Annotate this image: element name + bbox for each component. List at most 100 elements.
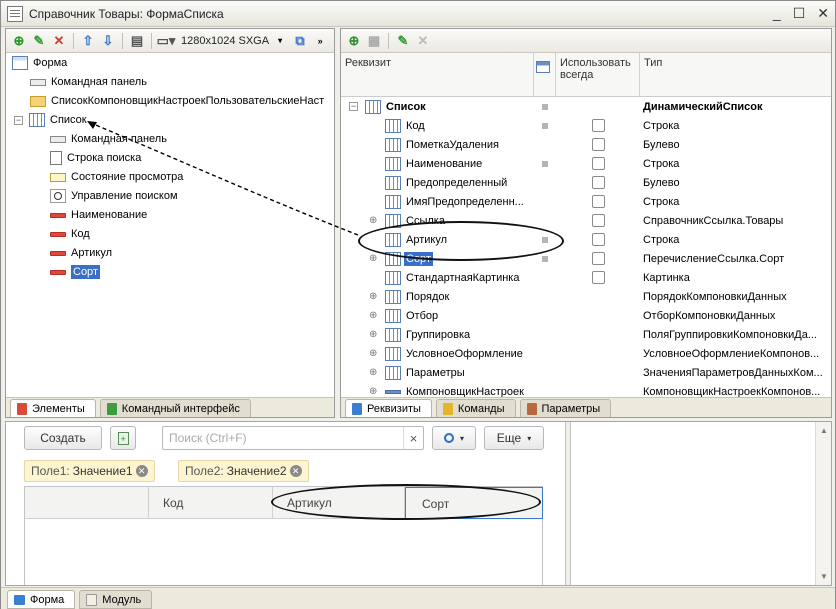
- collapse-icon[interactable]: −: [349, 102, 358, 111]
- expand-icon[interactable]: ⊕: [369, 215, 377, 226]
- use-always-checkbox[interactable]: [592, 157, 605, 170]
- tree-item[interactable]: Командная панель: [30, 73, 147, 91]
- scroll-up-icon[interactable]: ▲: [820, 426, 828, 435]
- close-icon[interactable]: ✕: [817, 5, 829, 22]
- tree-item[interactable]: СписокКомпоновщикНастроекПользовательски…: [30, 92, 324, 110]
- maximize-icon[interactable]: ☐: [793, 5, 806, 22]
- tree-item[interactable]: − Список: [14, 111, 87, 129]
- use-always-checkbox[interactable]: [592, 233, 605, 246]
- tab-form[interactable]: Форма: [7, 590, 76, 609]
- settings-composer-icon: [385, 389, 401, 394]
- col-attribute[interactable]: Реквизит: [341, 53, 534, 96]
- tab-commands[interactable]: Команды: [435, 399, 516, 417]
- column-icon: [385, 308, 401, 323]
- delete-attribute-icon[interactable]: ✕: [414, 32, 432, 50]
- more-chevron-icon[interactable]: »: [311, 32, 329, 50]
- add-attribute-icon[interactable]: ⊕: [345, 32, 363, 50]
- scroll-down-icon[interactable]: ▼: [820, 572, 828, 581]
- attribute-row[interactable]: ИмяПредопределенн... Строка: [341, 192, 831, 211]
- attribute-row[interactable]: − Список ДинамическийСписок: [341, 97, 831, 116]
- use-always-checkbox[interactable]: [592, 195, 605, 208]
- expand-icon[interactable]: ⊕: [369, 367, 377, 378]
- edit-attribute-icon[interactable]: ✎: [394, 32, 412, 50]
- use-always-checkbox[interactable]: [592, 119, 605, 132]
- column-icon: [385, 327, 401, 342]
- column-icon: [385, 346, 401, 361]
- tree-item-selected[interactable]: Сорт: [50, 263, 100, 281]
- form-tabs: Форма Модуль: [1, 587, 835, 609]
- clear-search-button[interactable]: ×: [403, 427, 423, 449]
- layout-icon[interactable]: ▭▾: [157, 32, 176, 50]
- expand-icon[interactable]: ⊕: [369, 386, 377, 397]
- tree-item[interactable]: Командная панель: [50, 130, 167, 148]
- add-icon[interactable]: ⊕: [10, 32, 28, 50]
- remove-filter-icon[interactable]: ✕: [289, 465, 302, 477]
- search-input[interactable]: Поиск (Ctrl+F) ×: [162, 426, 424, 450]
- copy-icon: +: [117, 431, 129, 445]
- tab-attributes[interactable]: Реквизиты: [345, 399, 432, 417]
- use-always-checkbox[interactable]: [592, 176, 605, 189]
- attribute-row[interactable]: ⊕ Отбор ОтборКомпоновкиДанных: [341, 306, 831, 325]
- attribute-row[interactable]: ⊕ УсловноеОформление УсловноеОформлениеКом…: [341, 344, 831, 363]
- tree-item[interactable]: Управление поиском: [50, 187, 178, 205]
- column-icon: [385, 156, 401, 171]
- tree-item[interactable]: Состояние просмотра: [50, 168, 183, 186]
- settings-icon[interactable]: ⧉: [291, 32, 309, 50]
- title-bar: Справочник Товары: ФормаСписка _ ☐ ✕: [1, 1, 835, 27]
- attribute-row[interactable]: ⊕ Порядок ПорядокКомпоновкиДанных: [341, 287, 831, 306]
- delete-icon[interactable]: ✕: [50, 32, 68, 50]
- move-up-icon[interactable]: ⇧: [79, 32, 97, 50]
- attributes-toolbar: ⊕ ▦ ✎ ✕: [341, 29, 831, 53]
- col-type[interactable]: Тип: [640, 53, 831, 96]
- elements-panel: ⊕ ✎ ✕ ⇧ ⇩ ▤ ▭▾ 1280x1024 SXGA ▾ ⧉ » Форм…: [5, 28, 335, 418]
- search-icon: [443, 433, 454, 443]
- filter-chip-2[interactable]: Поле2: Значение2 ✕: [178, 460, 309, 482]
- column-code[interactable]: Код: [149, 487, 273, 519]
- tree-item[interactable]: Строка поиска: [50, 149, 141, 167]
- resolution-dropdown-icon[interactable]: ▾: [271, 32, 289, 50]
- resolution-select[interactable]: 1280x1024 SXGA: [181, 35, 269, 47]
- tab-module[interactable]: Модуль: [79, 590, 153, 609]
- preview-icon[interactable]: ▤: [128, 32, 146, 50]
- add-table-icon[interactable]: ▦: [365, 32, 383, 50]
- more-button[interactable]: Еще ▾: [484, 426, 544, 450]
- use-always-checkbox[interactable]: [592, 138, 605, 151]
- remove-filter-icon[interactable]: ✕: [135, 465, 148, 477]
- expand-icon[interactable]: ⊕: [369, 291, 377, 302]
- expand-icon[interactable]: ⊕: [369, 253, 377, 264]
- collapse-icon[interactable]: −: [14, 115, 23, 125]
- tree-item[interactable]: Артикул: [50, 244, 112, 262]
- attribute-row[interactable]: Наименование Строка: [341, 154, 831, 173]
- create-button[interactable]: Создать: [24, 426, 102, 450]
- tree-item[interactable]: Наименование: [50, 206, 147, 224]
- attribute-row[interactable]: Предопределенный Булево: [341, 173, 831, 192]
- edit-icon[interactable]: ✎: [30, 32, 48, 50]
- expand-icon[interactable]: ⊕: [369, 329, 377, 340]
- tab-elements[interactable]: Элементы: [10, 399, 96, 417]
- attribute-row[interactable]: СтандартнаяКартинка Картинка: [341, 268, 831, 287]
- commands-tab-icon: [442, 402, 453, 415]
- column-marker: [25, 487, 149, 519]
- col-icon[interactable]: [534, 53, 556, 96]
- attribute-row[interactable]: ПометкаУдаления Булево: [341, 135, 831, 154]
- attribute-row[interactable]: ⊕ Параметры ЗначенияПараметровДанныхКом...: [341, 363, 831, 382]
- copy-button[interactable]: +: [110, 426, 136, 450]
- expand-icon[interactable]: ⊕: [369, 310, 377, 321]
- tree-item[interactable]: Код: [50, 225, 90, 243]
- attribute-row[interactable]: ⊕ Группировка ПоляГруппировкиКомпоновкиДа.…: [341, 325, 831, 344]
- col-use-always[interactable]: Использовать всегда: [556, 53, 640, 96]
- tab-command-interface[interactable]: Командный интерфейс: [99, 399, 251, 417]
- use-always-checkbox[interactable]: [592, 214, 605, 227]
- tab-parameters[interactable]: Параметры: [519, 399, 612, 417]
- search-button[interactable]: ▾: [432, 426, 476, 450]
- preview-scrollbar[interactable]: ▲ ▼: [815, 422, 831, 585]
- elements-tab-icon: [17, 402, 27, 415]
- tree-item[interactable]: Форма: [12, 54, 67, 72]
- filter-chip-1[interactable]: Поле1: Значение1 ✕: [24, 460, 155, 482]
- move-down-icon[interactable]: ⇩: [99, 32, 117, 50]
- use-always-checkbox[interactable]: [592, 252, 605, 265]
- minimize-icon[interactable]: _: [773, 5, 781, 22]
- expand-icon[interactable]: ⊕: [369, 348, 377, 359]
- use-always-checkbox[interactable]: [592, 271, 605, 284]
- attribute-row[interactable]: Код Строка: [341, 116, 831, 135]
